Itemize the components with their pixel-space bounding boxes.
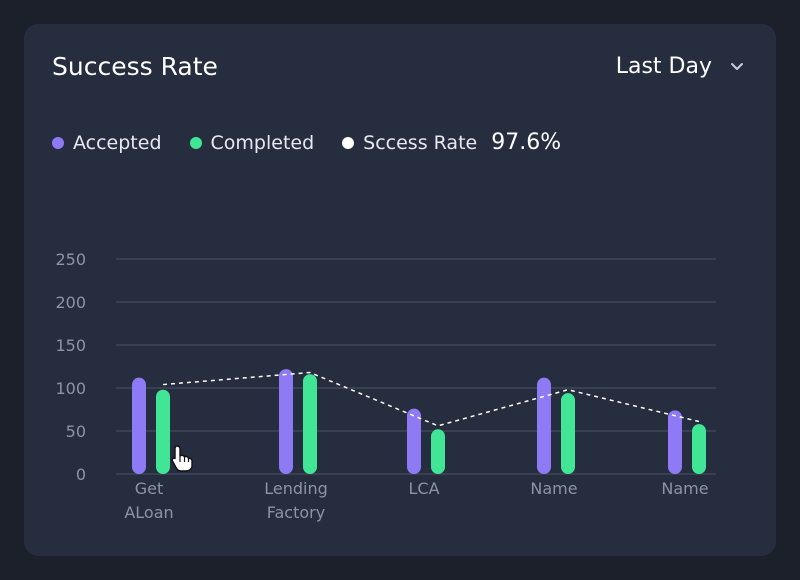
x-category-label: Name (661, 479, 708, 498)
x-category-label: LCA (408, 479, 439, 498)
hand-cursor-icon (171, 445, 193, 472)
completed-bar (156, 389, 170, 474)
completed-bar (303, 374, 317, 474)
y-tick-label: 50 (66, 422, 86, 441)
x-category-label: Name (530, 479, 577, 498)
completed-bar (561, 393, 575, 474)
x-category-label: Get ALoan (124, 479, 173, 522)
x-category-label: Lending Factory (264, 479, 328, 522)
success-rate-line (162, 371, 700, 427)
y-tick-label: 100 (55, 379, 86, 398)
y-tick-label: 250 (55, 250, 86, 269)
success-rate-chart: 0 50 100 150 200 250 Get ALoan Lending Factory LCA… (55, 250, 716, 522)
accepted-bar (132, 377, 146, 474)
completed-bar (692, 424, 706, 474)
y-tick-label: 0 (76, 465, 86, 484)
y-tick-label: 150 (55, 336, 86, 355)
y-tick-label: 200 (55, 293, 86, 312)
accepted-bar (537, 377, 551, 474)
completed-bar (431, 429, 445, 474)
accepted-bar (279, 369, 293, 474)
accepted-bar (668, 410, 682, 474)
